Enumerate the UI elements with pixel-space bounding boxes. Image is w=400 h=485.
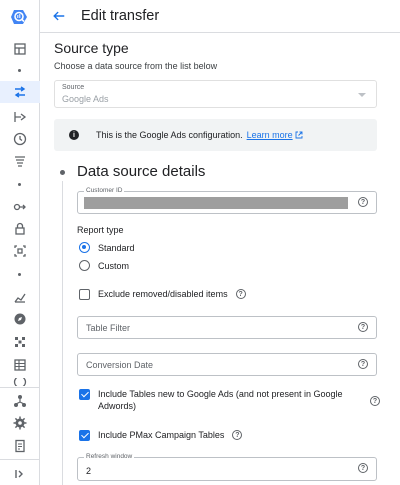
radio-standard-label: Standard <box>98 242 135 253</box>
source-type-description: Choose a data source from the list below <box>54 61 218 71</box>
data-source-details-heading: Data source details <box>77 163 206 180</box>
page-title: Edit transfer <box>81 8 160 24</box>
step-bullet <box>60 170 65 175</box>
table-filter-placeholder: Table Filter <box>86 323 131 333</box>
report-type-label: Report type <box>77 225 124 235</box>
include-new-tables-label: Include Tables new to Google Ads (and no… <box>98 388 366 412</box>
partner-center-icon[interactable] <box>0 240 40 262</box>
include-pmax-label: Include PMax Campaign Tables <box>98 430 225 440</box>
analytics-hub-icon[interactable] <box>0 196 40 218</box>
settings-icon[interactable] <box>0 412 40 434</box>
include-new-tables-label-line2: Adwords) <box>98 401 137 411</box>
radio-custom-label: Custom <box>98 260 130 271</box>
source-type-heading: Source type <box>54 40 129 56</box>
include-new-tables-label-line1: Include Tables new to Google Ads (and no… <box>98 389 343 399</box>
learn-more-link[interactable]: Learn more <box>247 130 303 140</box>
source-select[interactable]: Source Google Ads <box>54 80 377 108</box>
help-icon[interactable]: ? <box>370 396 380 406</box>
refresh-window-value: 2 <box>86 466 92 476</box>
customer-id-redacted-value <box>84 197 348 209</box>
source-select-label: Source <box>62 84 85 91</box>
exclude-removed-row[interactable]: Exclude removed/disabled items ? <box>79 288 246 300</box>
include-new-tables-row[interactable]: Include Tables new to Google Ads (and no… <box>79 388 380 412</box>
dropdown-caret-icon <box>358 93 366 97</box>
list-icon[interactable] <box>0 150 40 172</box>
include-pmax-row[interactable]: Include PMax Campaign Tables ? <box>79 429 243 441</box>
back-arrow-icon[interactable] <box>49 6 69 26</box>
pipeline-icon[interactable] <box>0 106 40 128</box>
lock-icon[interactable] <box>0 218 40 240</box>
help-icon[interactable]: ? <box>358 322 368 332</box>
external-link-icon <box>295 131 303 139</box>
transfers-icon[interactable] <box>0 81 40 103</box>
exclude-removed-checkbox[interactable] <box>79 288 90 300</box>
step-connector-line <box>62 181 63 485</box>
refresh-window-label: Refresh window <box>84 453 135 460</box>
monitoring-icon[interactable] <box>0 286 40 308</box>
include-pmax-checkbox[interactable] <box>79 429 90 441</box>
report-type-custom[interactable]: Custom <box>79 260 129 271</box>
expand-icon[interactable] <box>0 463 40 485</box>
report-type-standard[interactable]: Standard <box>79 242 135 253</box>
conversion-date-placeholder: Conversion Date <box>86 360 154 370</box>
exclude-removed-label: Exclude removed/disabled items <box>98 289 228 299</box>
bigquery-logo[interactable] <box>9 6 31 28</box>
dashboard-icon[interactable] <box>0 38 40 60</box>
deploy-icon[interactable] <box>0 390 40 412</box>
source-select-value: Google Ads <box>62 94 109 104</box>
include-new-tables-checkbox[interactable] <box>79 389 90 400</box>
page-header: Edit transfer <box>40 0 400 33</box>
resource-icon[interactable] <box>0 331 40 353</box>
help-icon[interactable]: ? <box>232 430 243 440</box>
help-icon[interactable]: ? <box>358 463 368 473</box>
help-icon[interactable]: ? <box>358 197 368 207</box>
info-banner-text: This is the Google Ads configuration. <box>96 130 243 140</box>
info-banner: i This is the Google Ads configuration. … <box>54 119 377 151</box>
customer-id-field[interactable]: Customer ID ? <box>77 187 377 214</box>
customer-id-label: Customer ID <box>84 187 125 194</box>
explore-icon[interactable] <box>0 308 40 330</box>
conversion-date-input[interactable]: Conversion Date ? <box>77 353 377 376</box>
left-nav-rail <box>0 0 40 485</box>
help-icon[interactable]: ? <box>235 289 246 299</box>
help-icon[interactable]: ? <box>358 359 368 369</box>
history-icon[interactable] <box>0 128 40 150</box>
clock-icon[interactable] <box>0 378 40 386</box>
info-icon: i <box>69 130 79 140</box>
transfer-form: Source type Choose a data source from th… <box>40 34 400 485</box>
radio-custom[interactable] <box>79 260 90 271</box>
table-filter-input[interactable]: Table Filter ? <box>77 316 377 339</box>
learn-more-label: Learn more <box>246 130 293 140</box>
release-notes-icon[interactable] <box>0 435 40 457</box>
refresh-window-input[interactable]: Refresh window 2 ? <box>77 453 377 481</box>
table-icon[interactable] <box>0 354 40 376</box>
radio-standard[interactable] <box>79 242 90 253</box>
